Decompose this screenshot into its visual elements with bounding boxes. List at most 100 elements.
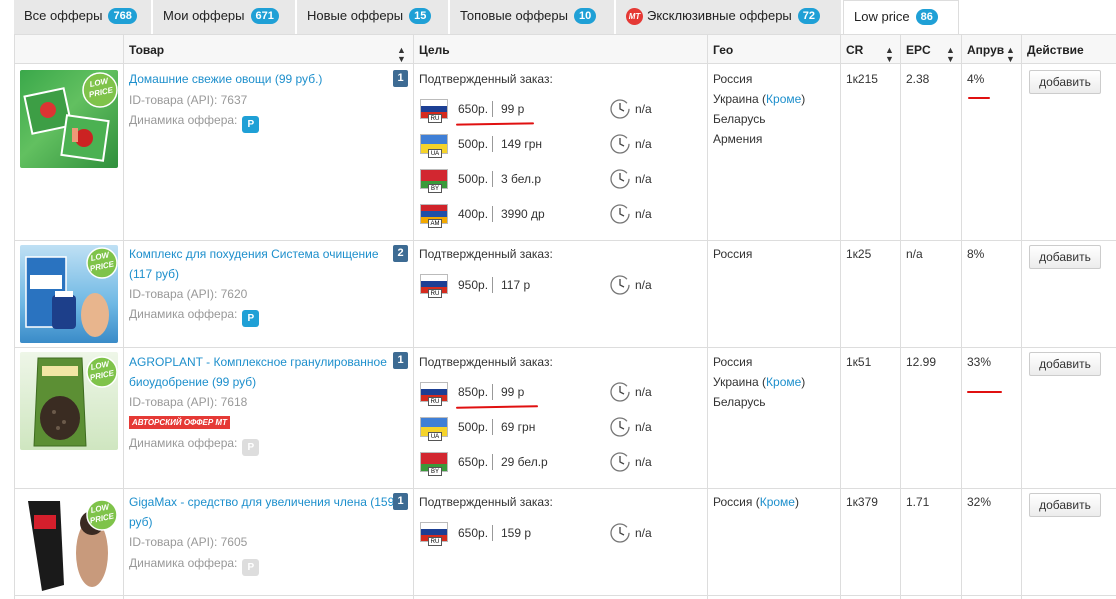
geo-country: Беларусь — [713, 112, 766, 126]
tab-new-offers[interactable]: Новые офферы 15 — [297, 0, 449, 34]
tab-count-badge: 72 — [797, 8, 821, 24]
history-na: n/a — [635, 385, 652, 399]
history-clock-icon[interactable] — [609, 522, 631, 544]
tab-label: Топовые офферы — [460, 8, 568, 23]
add-offer-button[interactable]: добавить — [1029, 493, 1101, 517]
sort-icon[interactable]: ▲ ▼ — [946, 46, 955, 64]
separator — [492, 206, 493, 222]
history-clock-icon[interactable] — [609, 451, 631, 473]
col-header-product[interactable]: Товар — [129, 36, 164, 63]
payout-price: 500р. — [458, 137, 489, 151]
tab-count-badge: 671 — [250, 8, 279, 24]
history-clock-icon[interactable] — [609, 98, 631, 120]
offer-number-badge: 1 — [393, 70, 408, 87]
epc-value: 12.99 — [906, 355, 937, 369]
payout-price: 400р. — [458, 207, 489, 221]
epc-value: 2.38 — [906, 72, 930, 86]
country-code: AM — [428, 219, 442, 228]
history-clock-icon[interactable] — [609, 274, 631, 296]
payout-amount: 3990 др — [501, 207, 545, 221]
history-na: n/a — [635, 102, 652, 116]
history-clock-icon[interactable] — [609, 381, 631, 403]
offer-number-badge: 1 — [393, 493, 408, 510]
country-code: UA — [428, 149, 442, 158]
annotation-underline — [455, 122, 535, 126]
sort-icon[interactable]: ▲ ▼ — [397, 46, 406, 64]
dynamics-p-icon[interactable]: P — [242, 559, 260, 576]
dynamics-p-icon[interactable]: P — [242, 439, 260, 456]
add-offer-button[interactable]: добавить — [1029, 352, 1101, 376]
geo-except-link[interactable]: Кроме — [766, 92, 801, 106]
dynamics-p-icon[interactable]: P — [242, 310, 260, 327]
dynamics-p-icon[interactable]: P — [242, 116, 260, 133]
column-divider — [14, 34, 15, 599]
country-code: RU — [428, 114, 442, 123]
col-header-approve[interactable]: Апрув — [967, 36, 1004, 63]
col-header-geo: Гео — [713, 43, 734, 57]
product-image: LOW PRICE — [20, 493, 118, 595]
history-clock-icon[interactable] — [609, 416, 631, 438]
offer-title-link[interactable]: руб) — [129, 515, 153, 529]
offer-title-link[interactable]: AGROPLANT - Комплексное гранулированное — [129, 355, 387, 369]
payout-price: 650р. — [458, 455, 489, 469]
history-clock-icon[interactable] — [609, 133, 631, 155]
payout-amount: 69 грн — [501, 420, 536, 434]
cr-value: 1к215 — [846, 72, 878, 86]
payout-price: 500р. — [458, 420, 489, 434]
epc-value: n/a — [906, 247, 923, 261]
row-divider — [14, 595, 1116, 596]
offer-title-link[interactable]: биоудобрение (99 руб) — [129, 375, 256, 389]
cr-value: 1к25 — [846, 247, 872, 261]
approve-value: 33% — [967, 355, 992, 369]
row-divider — [14, 347, 1116, 348]
geo-except-link[interactable]: Кроме — [766, 375, 801, 389]
dynamics-label: Динамика оффера: — [129, 556, 238, 570]
payout-price: 500р. — [458, 172, 489, 186]
history-na: n/a — [635, 172, 652, 186]
history-na: n/a — [635, 455, 652, 469]
table-border-top — [14, 34, 1116, 35]
col-header-cr[interactable]: CR — [846, 36, 863, 63]
geo-except-link[interactable]: Кроме — [760, 495, 795, 509]
tab-top-offers[interactable]: Топовые офферы 10 — [450, 0, 615, 34]
product-image: LOW PRICE — [20, 245, 118, 343]
goal-label: Подтвержденный заказ: — [419, 495, 553, 509]
tab-count-badge: 768 — [108, 8, 137, 24]
offer-title-link[interactable]: GigaMax - средство для увеличения члена … — [129, 495, 394, 509]
offer-title-link[interactable]: Комплекс для похудения Система очищение — [129, 247, 379, 261]
author-offer-badge: АВТОРСКИЙ ОФФЕР MT — [129, 416, 230, 429]
tab-my-offers[interactable]: Мои офферы 671 — [153, 0, 296, 34]
offer-tabs: Все офферы 768 Мои офферы 671 Новые офферы… — [0, 0, 1116, 34]
cr-value: 1к379 — [846, 495, 878, 509]
cr-value: 1к51 — [846, 355, 872, 369]
geo-country: Украина (Кроме) — [713, 375, 806, 389]
add-offer-button[interactable]: добавить — [1029, 245, 1101, 269]
offer-dynamics: Динамика оффера: P — [129, 307, 260, 327]
history-na: n/a — [635, 137, 652, 151]
history-na: n/a — [635, 526, 652, 540]
separator — [492, 277, 493, 293]
tab-exclusive-offers[interactable]: MT Эксклюзивные офферы 72 — [616, 0, 842, 34]
col-header-goal: Цель — [419, 43, 450, 57]
column-divider — [961, 34, 962, 599]
sort-icon[interactable]: ▲ ▼ — [1006, 46, 1015, 64]
add-offer-button[interactable]: добавить — [1029, 70, 1101, 94]
sort-icon[interactable]: ▲ ▼ — [885, 46, 894, 64]
history-clock-icon[interactable] — [609, 203, 631, 225]
geo-country: Россия — [713, 355, 753, 369]
col-header-epc[interactable]: EPC — [906, 36, 931, 63]
tab-all-offers[interactable]: Все офферы 768 — [14, 0, 152, 34]
history-clock-icon[interactable] — [609, 168, 631, 190]
offer-title-link[interactable]: Домашние свежие овощи (99 руб.) — [129, 72, 322, 86]
separator — [492, 384, 493, 400]
tab-low-price[interactable]: Low price 86 — [843, 0, 959, 34]
mt-logo-icon: MT — [626, 8, 643, 25]
country-code: RU — [428, 397, 442, 406]
geo-country: Россия — [713, 247, 753, 261]
approve-value: 8% — [967, 247, 985, 261]
column-divider — [1021, 34, 1022, 599]
tab-count-badge: 15 — [409, 8, 432, 24]
offer-title-link[interactable]: (117 руб) — [129, 267, 179, 281]
offer-id: ID-товара (API): 7618 — [129, 395, 248, 409]
dynamics-label: Динамика оффера: — [129, 436, 238, 450]
